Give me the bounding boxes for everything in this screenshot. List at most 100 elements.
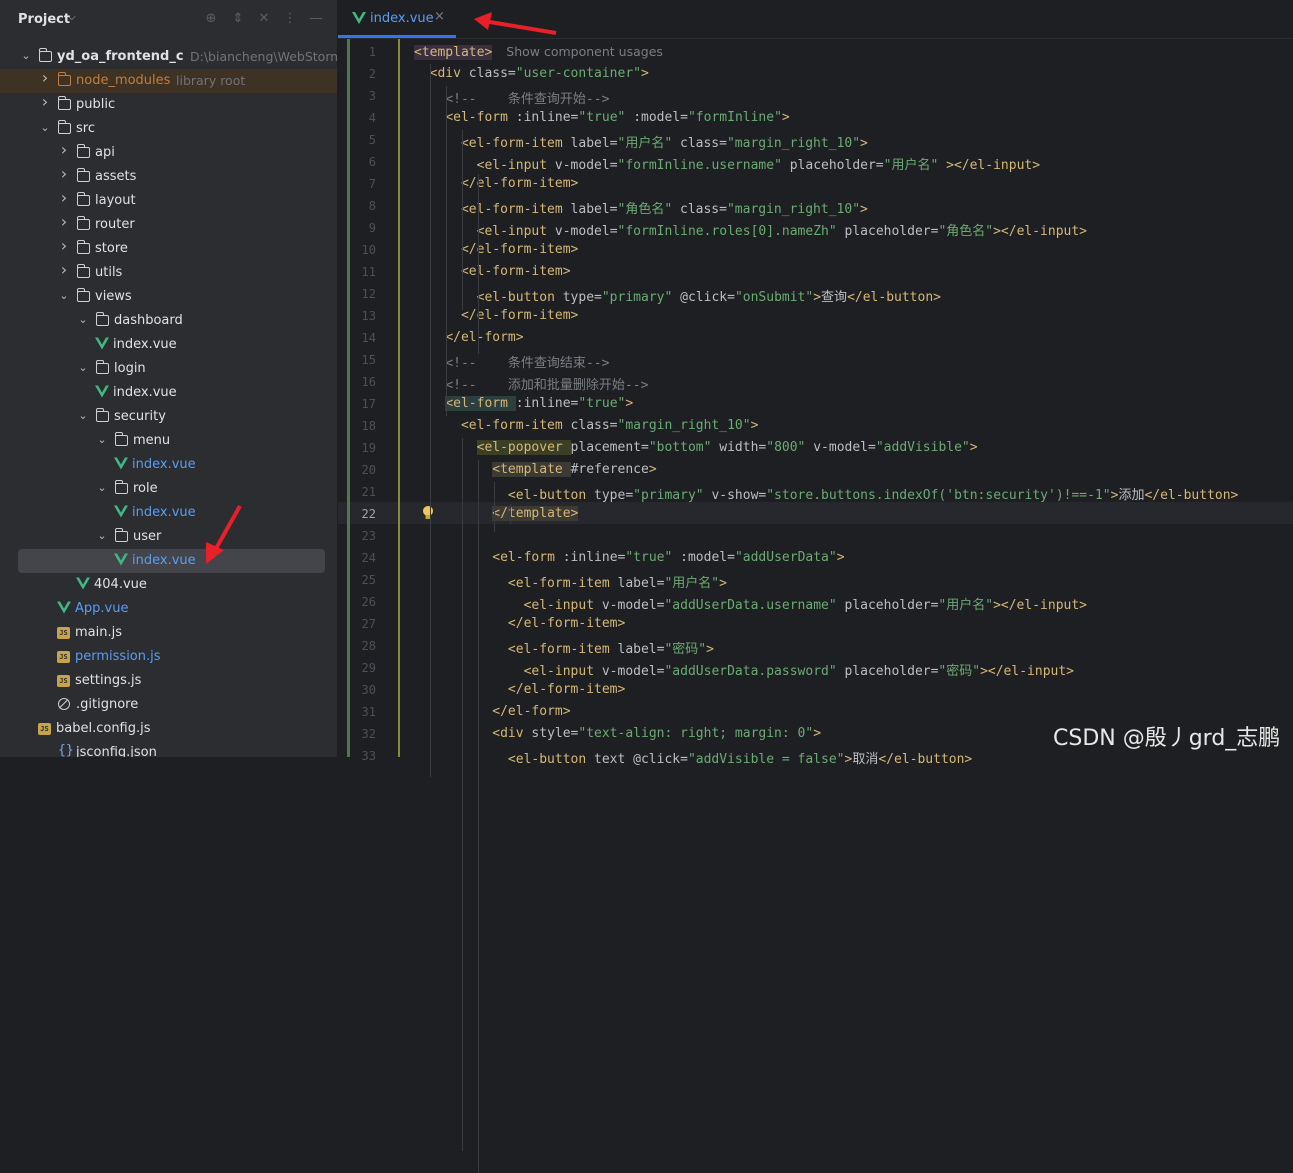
tab-index-vue[interactable]: index.vue × bbox=[338, 0, 456, 38]
code-token: @click= bbox=[680, 290, 735, 305]
tree-node[interactable]: ⌄ views bbox=[0, 285, 337, 309]
tree-node[interactable]: › public bbox=[0, 93, 337, 117]
chevron-right-icon[interactable]: › bbox=[57, 262, 71, 278]
tree-node[interactable]: › utils bbox=[0, 261, 337, 285]
tree-node[interactable]: JS babel.config.js bbox=[0, 717, 337, 741]
tree-node[interactable]: JS main.js bbox=[0, 621, 337, 645]
code-token: <el-button bbox=[476, 290, 563, 305]
code-token: ></el-input> bbox=[946, 158, 1041, 173]
code-token: > bbox=[836, 550, 845, 565]
tree-node-label: index.vue bbox=[132, 457, 196, 472]
line-number: 10 bbox=[361, 243, 376, 257]
code-line: <el-form-item class="margin_right_10"> bbox=[414, 418, 758, 433]
tree-node[interactable]: index.vue bbox=[0, 453, 337, 477]
chevron-down-icon[interactable]: ⌄ bbox=[95, 480, 109, 496]
tree-node[interactable]: › layout bbox=[0, 189, 337, 213]
tree-node[interactable]: ⌄ menu bbox=[0, 429, 337, 453]
chevron-down-icon[interactable]: ⌄ bbox=[19, 48, 33, 64]
code-token: "addUserData.password" bbox=[664, 664, 845, 679]
project-panel-title[interactable]: Project bbox=[18, 12, 70, 27]
code-token: > bbox=[750, 418, 759, 433]
code-token: <el-form bbox=[492, 550, 563, 565]
tree-node[interactable]: JS permission.js bbox=[0, 645, 337, 669]
indent-guide bbox=[494, 482, 495, 532]
code-token: "formInline" bbox=[687, 110, 782, 125]
tree-node[interactable]: › api bbox=[0, 141, 337, 165]
code-token: > bbox=[860, 136, 868, 151]
code-line: </el-form-item> bbox=[414, 308, 578, 323]
expand-icon[interactable]: ⇕ bbox=[230, 11, 246, 27]
chevron-right-icon[interactable]: › bbox=[38, 70, 52, 86]
folder-icon bbox=[77, 216, 90, 230]
code-token: <template bbox=[492, 462, 571, 477]
minimize-icon[interactable]: — bbox=[308, 11, 324, 27]
chevron-down-icon[interactable]: ⌄ bbox=[76, 360, 90, 376]
tree-node-label: node_modules bbox=[76, 73, 171, 88]
show-component-usages-hint[interactable]: Show component usages bbox=[506, 44, 663, 59]
indent-guide bbox=[510, 504, 511, 524]
tree-node[interactable]: › store bbox=[0, 237, 337, 261]
tree-node-label: utils bbox=[95, 265, 123, 280]
tree-node[interactable]: .gitignore bbox=[0, 693, 337, 717]
collapse-icon[interactable]: ✕ bbox=[256, 11, 272, 27]
line-number: 29 bbox=[361, 661, 376, 675]
code-token: <el-form bbox=[445, 110, 516, 125]
chevron-down-icon[interactable]: ⌵ bbox=[68, 12, 76, 23]
code-token: > bbox=[969, 440, 978, 455]
chevron-right-icon[interactable]: › bbox=[57, 238, 71, 254]
code-line: <el-button text @click="addVisible = fal… bbox=[414, 748, 972, 767]
chevron-down-icon[interactable]: ⌄ bbox=[76, 312, 90, 328]
tree-node[interactable]: › router bbox=[0, 213, 337, 237]
tree-node-label: permission.js bbox=[75, 649, 161, 664]
tree-node[interactable]: ⌄ security bbox=[0, 405, 337, 429]
tree-node[interactable]: › assets bbox=[0, 165, 337, 189]
chevron-right-icon[interactable]: › bbox=[57, 190, 71, 206]
code-token: class= bbox=[468, 66, 516, 81]
chevron-down-icon[interactable]: ⌄ bbox=[95, 432, 109, 448]
code-token: </el-form> bbox=[445, 330, 524, 345]
chevron-down-icon[interactable]: ⌄ bbox=[57, 288, 71, 304]
tree-node[interactable]: index.vue bbox=[0, 549, 337, 573]
chevron-down-icon[interactable]: ⌄ bbox=[95, 528, 109, 544]
code-token: "true" bbox=[578, 396, 626, 411]
tree-node[interactable]: {} jsconfig.json bbox=[0, 741, 337, 757]
close-icon[interactable]: × bbox=[434, 9, 445, 24]
tree-node[interactable]: ⌄ dashboard bbox=[0, 309, 337, 333]
tree-node[interactable]: index.vue bbox=[0, 501, 337, 525]
code-token: width= bbox=[719, 440, 767, 455]
chevron-down-icon[interactable]: ⌄ bbox=[38, 120, 52, 136]
line-number: 22 bbox=[361, 507, 376, 521]
code-editor[interactable]: 1 2 3 4 5 6 7 8 9 10 11 12 13 14 15 16 17 18 19 20 21 22 23 24 2… bbox=[338, 39, 1293, 1173]
chevron-right-icon[interactable]: › bbox=[57, 166, 71, 182]
tree-node[interactable]: ⌄ src bbox=[0, 117, 337, 141]
chevron-right-icon[interactable]: › bbox=[38, 94, 52, 110]
chevron-right-icon[interactable]: › bbox=[57, 214, 71, 230]
tree-node[interactable]: ⌄ yd_oa_frontend_c D:\biancheng\WebStormPr… bbox=[0, 45, 337, 69]
chevron-right-icon[interactable]: › bbox=[57, 142, 71, 158]
code-token: "store.buttons.indexOf('btn:security')!=… bbox=[766, 488, 1111, 503]
tree-node[interactable]: › node_modules library root bbox=[0, 69, 337, 93]
lightbulb-icon[interactable] bbox=[422, 505, 434, 521]
code-line: <template> Show component usages bbox=[414, 44, 663, 60]
chevron-down-icon[interactable]: ⌄ bbox=[76, 408, 90, 424]
tree-node[interactable]: 404.vue bbox=[0, 573, 337, 597]
tree-node[interactable]: index.vue bbox=[0, 381, 337, 405]
tree-node[interactable]: ⌄ login bbox=[0, 357, 337, 381]
line-number: 32 bbox=[361, 727, 376, 741]
code-token: ></el-input> bbox=[993, 598, 1087, 613]
more-icon[interactable]: ⋮ bbox=[282, 11, 298, 27]
tree-node[interactable]: JS settings.js bbox=[0, 669, 337, 693]
tree-node[interactable]: ⌄ user bbox=[0, 525, 337, 549]
crosshair-icon[interactable]: ⊕ bbox=[203, 11, 219, 27]
tree-node[interactable]: index.vue bbox=[0, 333, 337, 357]
code-token: label= bbox=[617, 576, 665, 591]
code-token: "formInline.username" bbox=[617, 158, 790, 173]
tree-node[interactable]: ⌄ role bbox=[0, 477, 337, 501]
line-number: 12 bbox=[361, 287, 376, 301]
tree-node[interactable]: App.vue bbox=[0, 597, 337, 621]
